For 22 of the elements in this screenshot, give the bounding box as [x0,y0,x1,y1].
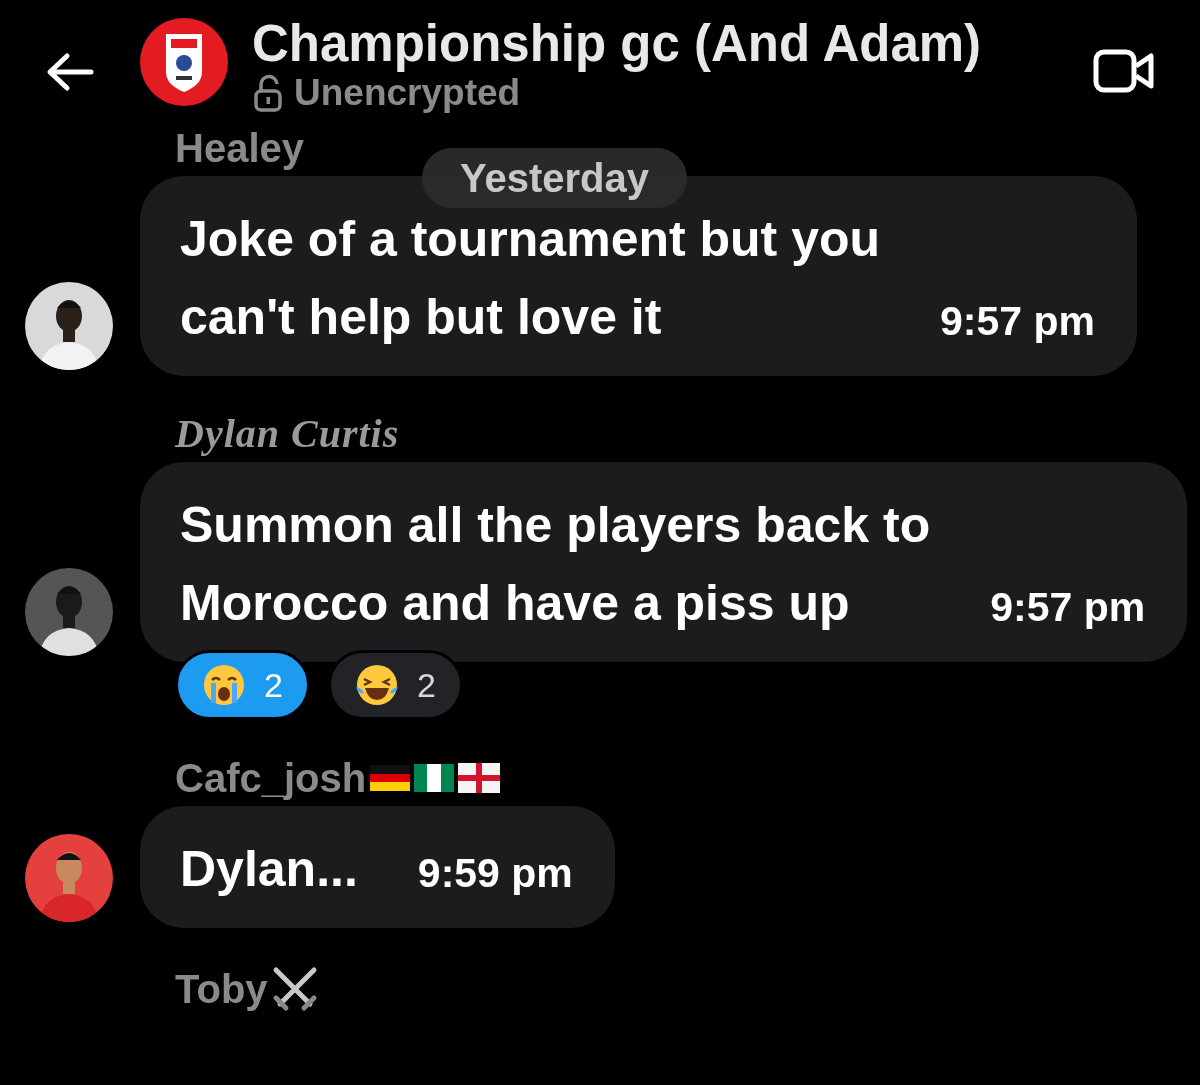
sender-name: Toby [175,969,268,1009]
chat-title: Championship gc (And Adam) [252,18,982,70]
sender-name: Cafc_josh [175,758,367,798]
sender-name: Healey [175,128,304,168]
message-text: Dylan... [180,840,358,899]
sender-name: Dylan Curtis [175,414,400,454]
date-divider: Yesterday [422,148,688,208]
message-time: 9:57 pm [990,583,1146,632]
logo-icon [140,18,228,106]
nigeria-flag-icon [414,764,455,792]
message-text: Summon all the players back to Morocco and have a piss up [180,496,931,633]
crossed-swords-icon [271,966,318,1012]
crying-face-icon [202,663,246,707]
germany-flag-icon [370,765,411,791]
message-time: 9:57 pm [940,297,1095,346]
england-flag-icon [458,763,501,793]
message-time: 9:59 pm [417,849,573,898]
laughing-face-icon [354,663,399,707]
message-text: Joke of a tournament but you can't help but love it [180,210,881,347]
back-icon[interactable] [45,52,95,92]
encryption-status: Unencrypted [294,72,521,115]
video-call-icon[interactable] [1093,48,1155,94]
